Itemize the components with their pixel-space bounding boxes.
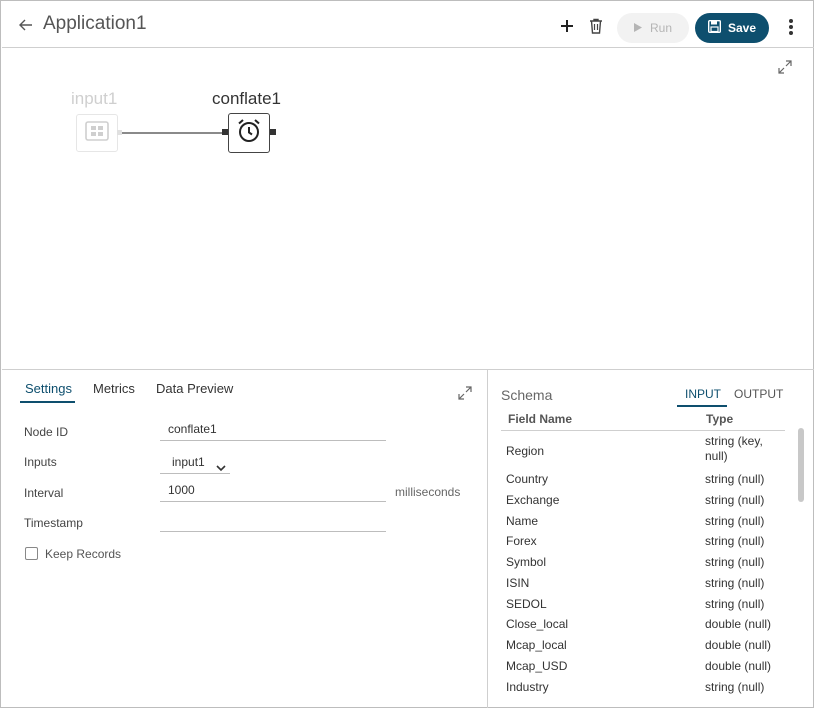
table-row-type: string (null)	[705, 493, 765, 507]
tab-active-underline	[677, 405, 727, 407]
table-row-type: string (null)	[705, 597, 765, 611]
column-header-field-name: Field Name	[508, 412, 573, 426]
trash-icon[interactable]	[585, 14, 607, 38]
tab-input[interactable]: INPUT	[685, 387, 721, 401]
play-icon	[633, 21, 642, 35]
interval-unit: milliseconds	[395, 485, 461, 499]
schema-panel: Schema INPUT OUTPUT Field Name Type Regi…	[488, 369, 814, 708]
table-row-type: string (null)	[705, 555, 765, 569]
back-arrow-icon[interactable]	[16, 15, 36, 35]
kebab-icon[interactable]	[782, 16, 800, 38]
table-row-name: SEDOL	[506, 597, 547, 611]
keep-records-label: Keep Records	[45, 547, 122, 561]
table-row-name: Exchange	[506, 493, 560, 507]
keep-records-checkbox[interactable]	[25, 547, 38, 560]
app-title: Application1	[43, 13, 147, 34]
tab-active-underline	[20, 401, 75, 403]
table-row-type: string (null)	[705, 472, 765, 486]
interval-label: Interval	[24, 486, 64, 500]
table-row-name: Mcap_local	[506, 638, 567, 652]
tab-metrics[interactable]: Metrics	[93, 381, 135, 403]
save-button[interactable]: Save	[695, 13, 769, 43]
node-input1[interactable]	[76, 114, 118, 152]
table-row-name: Industry	[506, 680, 549, 694]
table-row-name: Forex	[506, 534, 537, 548]
table-row-name: Mcap_USD	[506, 659, 568, 673]
save-icon	[707, 19, 721, 36]
table-row-type: string (null)	[705, 576, 765, 590]
table-row-type: string (null)	[705, 514, 765, 528]
table-row-type: string (null)	[705, 534, 765, 548]
schema-title: Schema	[501, 387, 553, 403]
node-conflate1[interactable]	[228, 113, 270, 153]
timestamp-label: Timestamp	[24, 516, 83, 530]
chevron-down-icon	[216, 458, 226, 478]
table-row-type: double (null)	[705, 617, 772, 631]
scrollbar-thumb[interactable]	[798, 428, 804, 502]
alarm-clock-icon	[236, 118, 262, 149]
table-row-type: string (null)	[705, 680, 765, 694]
output-port[interactable]	[270, 129, 276, 135]
table-row-name: Region	[506, 444, 545, 458]
interval-field[interactable]: 1000	[160, 480, 386, 502]
expand-icon[interactable]	[778, 60, 794, 76]
node-id-field[interactable]: conflate1	[160, 419, 386, 441]
tab-output[interactable]: OUTPUT	[734, 387, 783, 401]
table-row-name: Close_local	[506, 617, 569, 631]
tab-data-preview[interactable]: Data Preview	[156, 381, 233, 403]
pipeline-canvas[interactable]: input1 conflate1	[2, 49, 814, 369]
table-row-name: ISIN	[506, 576, 530, 590]
settings-panel: Settings Metrics Data Preview Node ID co…	[2, 369, 488, 708]
table-row-type: double (null)	[705, 659, 772, 673]
inputs-select[interactable]: input1	[160, 452, 230, 474]
header-bar: Application1 Run Save	[2, 2, 814, 48]
tab-settings[interactable]: Settings	[25, 381, 72, 403]
table-row-name: Symbol	[506, 555, 547, 569]
node-label-conflate1: conflate1	[212, 89, 281, 108]
app-window: Application1 Run Save input1 conflate1 S…	[0, 0, 814, 708]
plus-icon[interactable]	[556, 14, 578, 38]
run-label: Run	[649, 21, 672, 35]
inputs-label: Inputs	[24, 455, 57, 469]
table-row-name: Name	[506, 514, 539, 528]
table-row-name: Country	[506, 472, 549, 486]
expand-icon[interactable]	[458, 386, 474, 402]
table-row-type: string (key, null)	[705, 434, 763, 463]
input-node-icon	[85, 120, 109, 146]
node-id-label: Node ID	[24, 425, 69, 439]
table-row-type: double (null)	[705, 638, 772, 652]
node-label-input1: input1	[71, 89, 118, 108]
run-button[interactable]: Run	[617, 13, 689, 43]
timestamp-field[interactable]	[160, 510, 386, 532]
inputs-select-value: input1	[172, 455, 205, 469]
header-divider	[501, 430, 785, 431]
column-header-type: Type	[706, 412, 734, 426]
save-label: Save	[727, 21, 757, 35]
edge-connector	[122, 132, 224, 134]
